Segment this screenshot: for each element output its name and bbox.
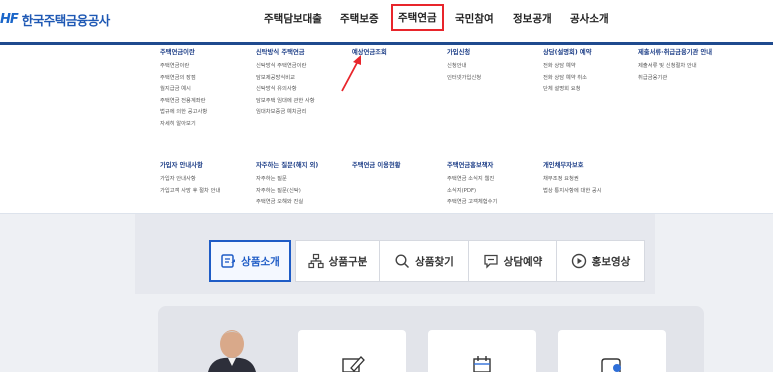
menu-group-title[interactable]: 주택연금홍보책자 xyxy=(447,162,497,170)
menu-link-estimate-pension[interactable]: 예상연금조회 xyxy=(352,49,387,57)
tab-label: 상품소개 xyxy=(241,255,280,268)
feature-card-2[interactable] xyxy=(428,330,536,372)
gnb-item-mortgage[interactable]: 주택담보대출 xyxy=(264,11,322,26)
menu-group-title[interactable]: 가입자 안내사항 xyxy=(160,162,220,170)
calculator-coin-icon xyxy=(597,356,627,372)
menu-link[interactable]: 법상 통지사항에 대한 공시 xyxy=(543,186,602,198)
menu-group-estimate: 예상연금조회 xyxy=(352,49,387,61)
gnb-item-pension[interactable]: 주택연금 xyxy=(391,4,444,31)
menu-link[interactable]: 자세히 알아보기 xyxy=(160,119,207,131)
tab-promo-video[interactable]: 홍보영상 xyxy=(556,240,645,282)
menu-group-trust-pension: 신탁방식 주택연금 신탁방식 주택연금이란 담보제공방식비교 신탁방식 유의사항… xyxy=(256,49,315,119)
menu-link[interactable]: 단체 설명회 요청 xyxy=(543,84,592,96)
product-tabbar: 상품소개 상품구분 상품찾기 상담예약 홍보영상 xyxy=(209,240,645,282)
menu-link[interactable]: 신청안내 xyxy=(447,61,481,73)
menu-link[interactable]: 주택연금 고객체험수기 xyxy=(447,197,497,209)
feature-card-1[interactable] xyxy=(298,330,406,372)
tab-label: 홍보영상 xyxy=(591,255,631,268)
menu-group-title[interactable]: 개인채무자보호 xyxy=(543,162,602,170)
global-nav: 주택담보대출 주택보증 주택연금 국민참여 정보공개 공사소개 xyxy=(0,0,773,42)
menu-link[interactable]: 전화 상담 예약 취소 xyxy=(543,73,592,85)
menu-link[interactable]: 인터넷가입신청 xyxy=(447,73,481,85)
menu-group-apply: 가입신청 신청안내 인터넷가입신청 xyxy=(447,49,481,84)
menu-link[interactable]: 가입고객 사망 후 절차 안내 xyxy=(160,186,220,198)
menu-group-documents: 제출서류·취급금융기관 안내 제출서류 및 신청절차 안내 취급금융기관 xyxy=(638,49,714,84)
menu-link[interactable]: 자주하는 질문 xyxy=(256,174,318,186)
gnb-item-disclosure[interactable]: 정보공개 xyxy=(513,11,552,26)
menu-link[interactable]: 신탁방식 주택연금이란 xyxy=(256,61,315,73)
menu-group-title[interactable]: 자주하는 질문(해지 외) xyxy=(256,162,318,170)
menu-link[interactable]: 월지급금 예시 xyxy=(160,84,207,96)
menu-link[interactable]: 임대차보증금 예치금리 xyxy=(256,107,315,119)
menu-link[interactable]: 자주하는 질문(신탁) xyxy=(256,186,318,198)
menu-group-title[interactable]: 신탁방식 주택연금 xyxy=(256,49,315,57)
play-icon xyxy=(571,253,587,269)
menu-group-debtor-protection: 개인채무자보호 채무조정 요청권 법상 통지사항에 대한 공시 xyxy=(543,162,602,197)
product-intro-icon xyxy=(220,253,236,269)
pencil-document-icon xyxy=(337,356,367,372)
menu-group-title[interactable]: 가입신청 xyxy=(447,49,481,57)
calendar-icon xyxy=(467,356,497,372)
menu-link[interactable]: 주택연금이란 xyxy=(160,61,207,73)
tab-consult-booking[interactable]: 상담예약 xyxy=(468,240,557,282)
menu-link[interactable]: 신탁방식 유의사항 xyxy=(256,84,315,96)
tab-product-intro[interactable]: 상품소개 xyxy=(209,240,291,282)
menu-link[interactable]: 제출서류 및 신청절차 안내 xyxy=(638,61,714,73)
tab-label: 상담예약 xyxy=(503,255,543,268)
menu-group-faq: 자주하는 질문(해지 외) 자주하는 질문 자주하는 질문(신탁) 주택연금 오… xyxy=(256,162,318,209)
menu-group-title[interactable]: 상담(설명회) 예약 xyxy=(543,49,592,57)
menu-group-brochure: 주택연금홍보책자 주택연금 소식지 웹진 소식지(PDF) 주택연금 고객체험수… xyxy=(447,162,497,209)
menu-group-title[interactable]: 제출서류·취급금융기관 안내 xyxy=(638,49,714,57)
hierarchy-icon xyxy=(308,253,324,269)
menu-group-title[interactable]: 주택연금이란 xyxy=(160,49,207,57)
chat-icon xyxy=(483,253,499,269)
gnb-item-participation[interactable]: 국민참여 xyxy=(455,11,494,26)
tab-product-search[interactable]: 상품찾기 xyxy=(379,240,469,282)
header: HF 한국주택금융공사 주택담보대출 주택보증 주택연금 국민참여 정보공개 공… xyxy=(0,0,773,42)
menu-link[interactable]: 전화 상담 예약 xyxy=(543,61,592,73)
menu-link[interactable]: 가입자 안내사항 xyxy=(160,174,220,186)
menu-group-consult: 상담(설명회) 예약 전화 상담 예약 전화 상담 예약 취소 단체 설명회 요… xyxy=(543,49,592,96)
menu-group-usage-status: 주택연금 이용현황 xyxy=(352,162,401,174)
menu-link[interactable]: 소식지(PDF) xyxy=(447,186,497,198)
menu-link[interactable]: 담보제공방식비교 xyxy=(256,73,315,85)
menu-link[interactable]: 주택연금 전용계좌란 xyxy=(160,96,207,108)
gnb-item-about[interactable]: 공사소개 xyxy=(570,11,609,26)
search-icon xyxy=(394,253,410,269)
menu-link[interactable]: 주택연금 오해와 진실 xyxy=(256,197,318,209)
mega-menu: 주택연금이란 주택연금이란 주택연금의 장점 월지급금 예시 주택연금 전용계좌… xyxy=(0,45,773,214)
gnb-item-guarantee[interactable]: 주택보증 xyxy=(340,11,379,26)
menu-link[interactable]: 취급금융기관 xyxy=(638,73,714,85)
menu-link[interactable]: 주택연금의 장점 xyxy=(160,73,207,85)
menu-group-what-is-pension: 주택연금이란 주택연금이란 주택연금의 장점 월지급금 예시 주택연금 전용계좌… xyxy=(160,49,207,131)
menu-link[interactable]: 법규에 의한 공고사항 xyxy=(160,107,207,119)
tab-product-type[interactable]: 상품구분 xyxy=(295,240,380,282)
menu-link[interactable]: 채무조정 요청권 xyxy=(543,174,602,186)
menu-link[interactable]: 주택연금 소식지 웹진 xyxy=(447,174,497,186)
feature-card-3[interactable] xyxy=(558,330,666,372)
tab-label: 상품찾기 xyxy=(415,255,454,268)
tab-label: 상품구분 xyxy=(328,255,368,268)
spokesperson-image xyxy=(204,326,260,372)
menu-link[interactable]: 담보주택 임대에 관한 사항 xyxy=(256,96,315,108)
menu-group-subscriber-info: 가입자 안내사항 가입자 안내사항 가입고객 사망 후 절차 안내 xyxy=(160,162,220,197)
menu-link-usage-status[interactable]: 주택연금 이용현황 xyxy=(352,162,401,170)
